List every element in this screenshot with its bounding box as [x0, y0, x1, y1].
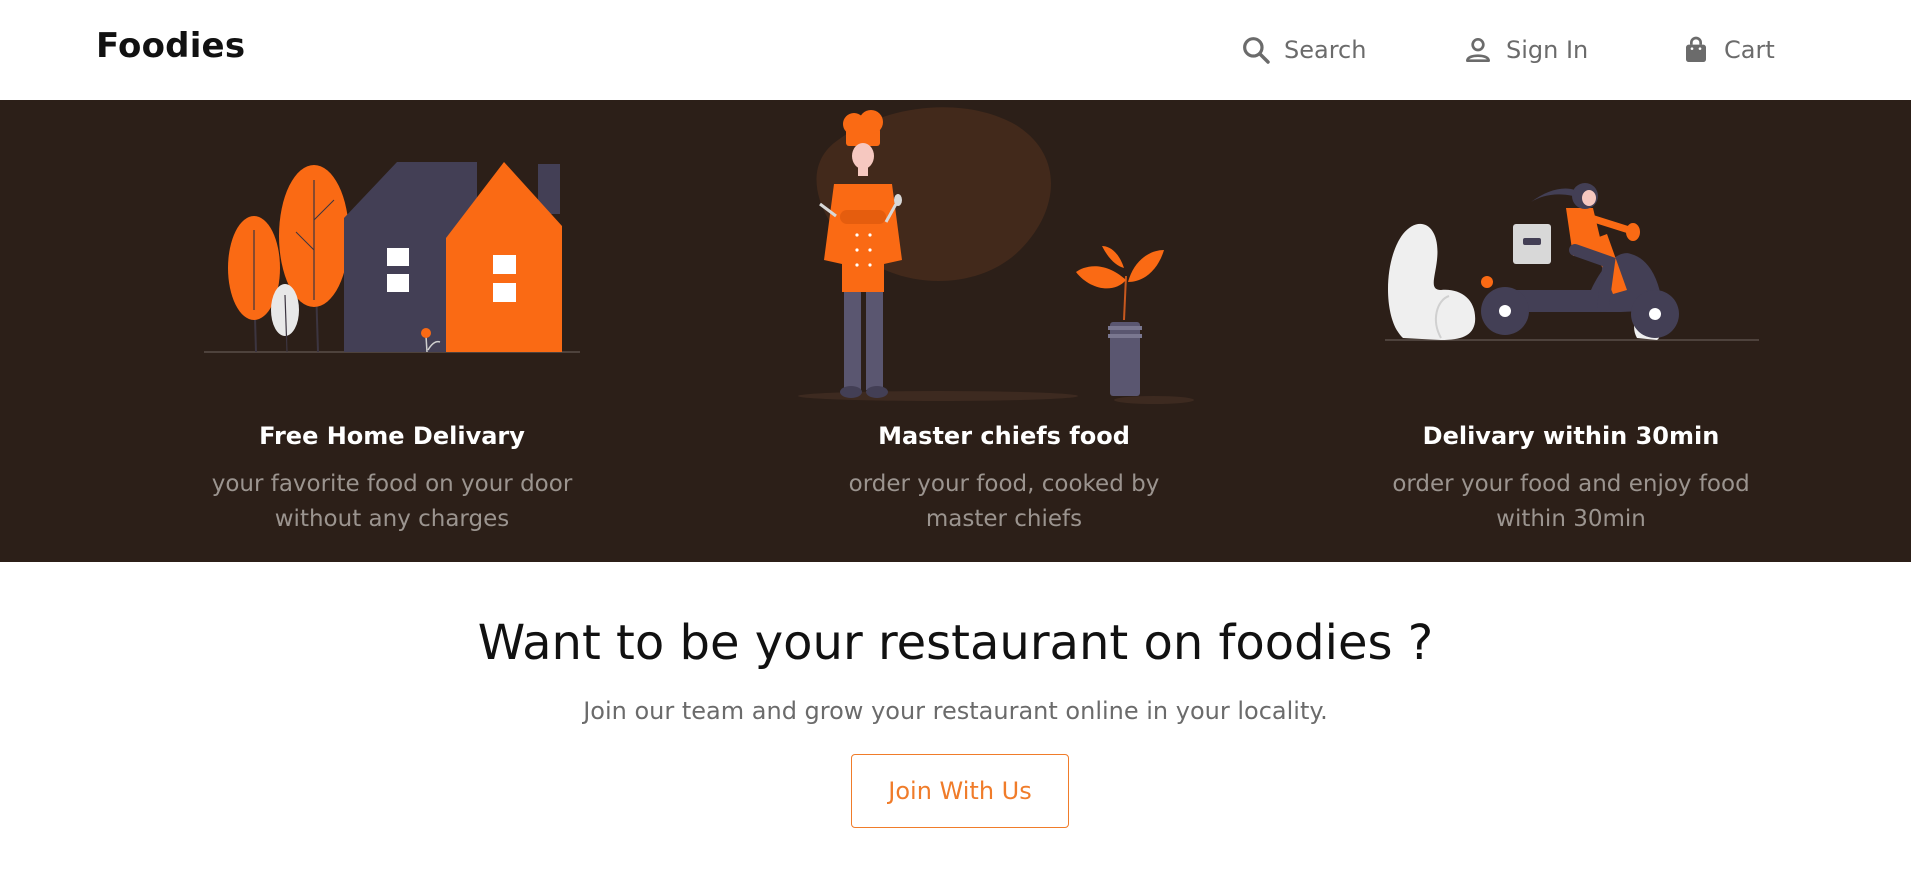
feature-description: order your food and enjoy food within 30…: [1392, 471, 1750, 532]
logo[interactable]: Foodies: [96, 26, 245, 66]
nav-search-label: Search: [1284, 36, 1367, 64]
scooter-delivery-illustration: [1385, 183, 1759, 341]
cta-title: Want to be your restaurant on foodies ?: [477, 615, 1434, 671]
house-illustration: [204, 162, 580, 353]
shopping-bag-icon: [1680, 34, 1712, 66]
feature-fast-delivery: Delivary within 30min order your food an…: [1291, 100, 1851, 562]
feature-master-chiefs: Master chiefs food order your food, cook…: [724, 100, 1284, 562]
join-with-us-button[interactable]: Join With Us: [851, 754, 1069, 828]
nav-cart-label: Cart: [1724, 36, 1775, 64]
feature-description: order your food, cooked by master chiefs: [848, 471, 1160, 532]
feature-title: Master chiefs food: [878, 422, 1130, 450]
chef-illustration: [798, 107, 1194, 404]
cta-subtitle: Join our team and grow your restaurant o…: [583, 697, 1328, 725]
nav-sign-in[interactable]: Sign In: [1462, 30, 1588, 70]
nav-cart[interactable]: Cart: [1680, 30, 1775, 70]
feature-title: Free Home Delivary: [259, 422, 525, 450]
feature-free-delivery: Free Home Delivary your favorite food on…: [112, 100, 672, 562]
site-header: Foodies Search Sign In Cart: [0, 0, 1911, 100]
user-icon: [1462, 34, 1494, 66]
feature-title: Delivary within 30min: [1422, 422, 1720, 450]
feature-description: your favorite food on your door without …: [211, 471, 573, 532]
features-section: Free Home Delivary your favorite food on…: [0, 100, 1911, 562]
nav-search[interactable]: Search: [1240, 30, 1366, 70]
search-icon: [1240, 34, 1272, 66]
nav-sign-in-label: Sign In: [1506, 36, 1589, 64]
